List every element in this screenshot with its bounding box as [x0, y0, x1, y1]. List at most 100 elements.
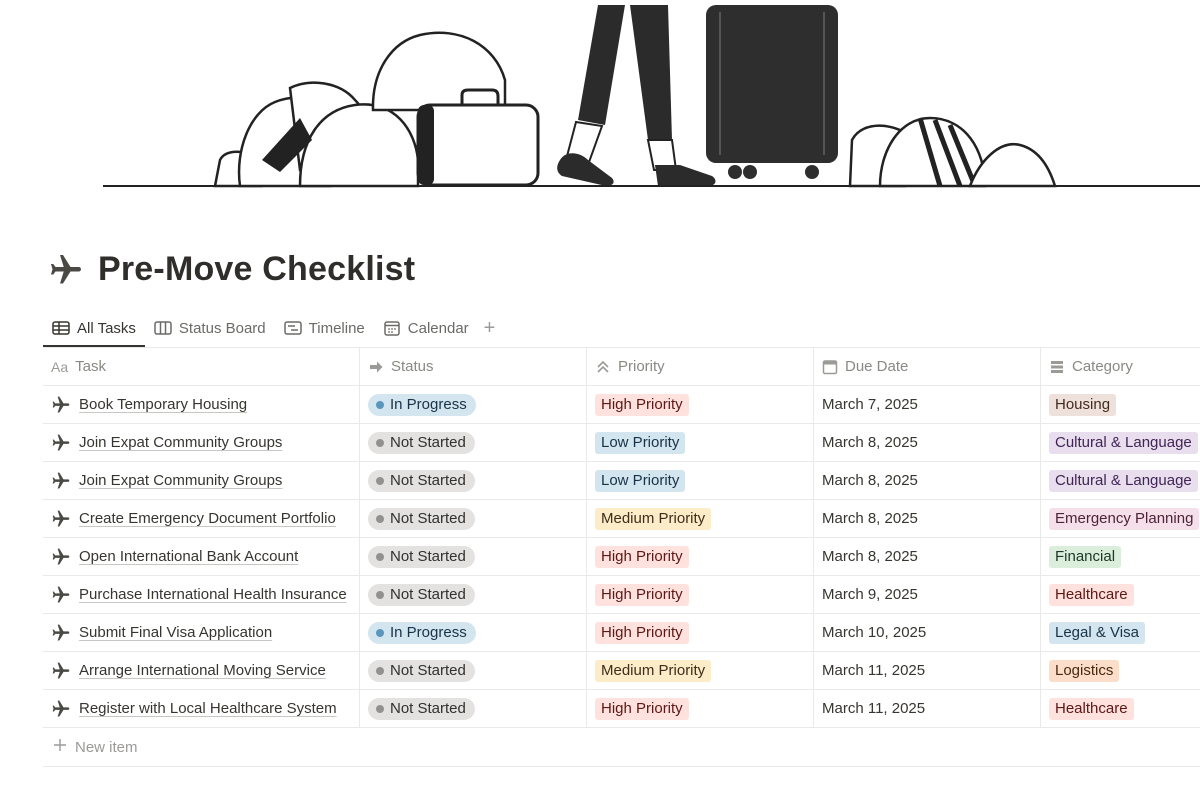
airplane-icon [51, 623, 71, 643]
task-cell[interactable]: Register with Local Healthcare System [43, 690, 360, 727]
plus-icon [53, 738, 67, 756]
category-cell[interactable]: Cultural & Language [1041, 424, 1200, 461]
priority-cell[interactable]: High Priority [587, 690, 814, 727]
status-cell[interactable]: In Progress [360, 614, 587, 651]
task-cell[interactable]: Join Expat Community Groups [43, 424, 360, 461]
table-row[interactable]: Open International Bank Account Not Start… [43, 538, 1200, 576]
task-name[interactable]: Register with Local Healthcare System [79, 700, 337, 717]
airplane-icon [51, 547, 71, 567]
due-date-cell[interactable]: March 11, 2025 [814, 652, 1041, 689]
task-name[interactable]: Purchase International Health Insurance [79, 586, 347, 603]
cover-image [0, 0, 1200, 200]
airplane-icon [51, 661, 71, 681]
table-row[interactable]: Register with Local Healthcare System Not… [43, 690, 1200, 728]
task-name[interactable]: Book Temporary Housing [79, 396, 247, 413]
category-cell[interactable]: Housing [1041, 386, 1200, 423]
priority-cell[interactable]: Low Priority [587, 424, 814, 461]
task-cell[interactable]: Open International Bank Account [43, 538, 360, 575]
category-cell[interactable]: Healthcare [1041, 576, 1200, 613]
due-date: March 11, 2025 [822, 700, 926, 717]
task-name[interactable]: Open International Bank Account [79, 548, 298, 565]
due-date-cell[interactable]: March 9, 2025 [814, 576, 1041, 613]
status-cell[interactable]: Not Started [360, 690, 587, 727]
task-cell[interactable]: Purchase International Health Insurance [43, 576, 360, 613]
priority-badge: Medium Priority [595, 507, 712, 530]
table-row[interactable]: Join Expat Community Groups Not Started Lo… [43, 462, 1200, 500]
category-cell[interactable]: Healthcare [1041, 690, 1200, 727]
due-date-cell[interactable]: March 8, 2025 [814, 500, 1041, 537]
due-date: March 11, 2025 [822, 662, 926, 679]
task-cell[interactable]: Create Emergency Document Portfolio [43, 500, 360, 537]
due-date-cell[interactable]: March 8, 2025 [814, 538, 1041, 575]
due-date-cell[interactable]: March 8, 2025 [814, 462, 1041, 499]
column-header-due-date[interactable]: Due Date [814, 348, 1041, 385]
task-name[interactable]: Arrange International Moving Service [79, 662, 326, 679]
due-date-cell[interactable]: March 7, 2025 [814, 386, 1041, 423]
airplane-icon [51, 585, 71, 605]
table-row[interactable]: Join Expat Community Groups Not Started Lo… [43, 424, 1200, 462]
status-cell[interactable]: Not Started [360, 500, 587, 537]
due-date-cell[interactable]: March 11, 2025 [814, 690, 1041, 727]
due-date-cell[interactable]: March 10, 2025 [814, 614, 1041, 651]
category-cell[interactable]: Logistics [1041, 652, 1200, 689]
tab-calendar[interactable]: Calendar [374, 309, 478, 347]
status-dot-icon [376, 514, 384, 523]
tab-all-tasks[interactable]: All Tasks [43, 309, 145, 347]
table-row[interactable]: Book Temporary Housing In Progress High Pr… [43, 386, 1200, 424]
status-arrow-icon [368, 359, 384, 375]
status-cell[interactable]: Not Started [360, 576, 587, 613]
table-row[interactable]: Submit Final Visa Application In Progress… [43, 614, 1200, 652]
page-header: Pre-Move Checklist [48, 250, 415, 289]
calendar-icon [822, 359, 838, 375]
task-name[interactable]: Create Emergency Document Portfolio [79, 510, 336, 527]
column-header-status[interactable]: Status [360, 348, 587, 385]
status-cell[interactable]: Not Started [360, 424, 587, 461]
priority-cell[interactable]: High Priority [587, 614, 814, 651]
task-name[interactable]: Join Expat Community Groups [79, 434, 282, 451]
status-dot-icon [376, 628, 384, 637]
new-item-button[interactable]: New item [43, 728, 1200, 767]
table-row[interactable]: Create Emergency Document Portfolio Not S… [43, 500, 1200, 538]
tasks-table: Aa Task Status Priority Due Date Categor… [43, 347, 1200, 767]
task-cell[interactable]: Submit Final Visa Application [43, 614, 360, 651]
category-badge: Healthcare [1049, 583, 1134, 606]
column-header-priority[interactable]: Priority [587, 348, 814, 385]
task-name[interactable]: Submit Final Visa Application [79, 624, 272, 641]
priority-cell[interactable]: Low Priority [587, 462, 814, 499]
category-cell[interactable]: Financial [1041, 538, 1200, 575]
due-date: March 8, 2025 [822, 510, 918, 527]
priority-cell[interactable]: High Priority [587, 576, 814, 613]
priority-badge: High Priority [595, 393, 689, 416]
task-cell[interactable]: Arrange International Moving Service [43, 652, 360, 689]
status-cell[interactable]: Not Started [360, 538, 587, 575]
table-row[interactable]: Purchase International Health Insurance N… [43, 576, 1200, 614]
column-header-category[interactable]: Category [1041, 348, 1200, 385]
tab-label: Timeline [308, 319, 365, 337]
task-name[interactable]: Join Expat Community Groups [79, 472, 282, 489]
task-cell[interactable]: Book Temporary Housing [43, 386, 360, 423]
status-cell[interactable]: Not Started [360, 462, 587, 499]
table-body: Book Temporary Housing In Progress High Pr… [43, 386, 1200, 728]
task-cell[interactable]: Join Expat Community Groups [43, 462, 360, 499]
add-view-button[interactable]: + [478, 309, 502, 347]
due-date-cell[interactable]: March 8, 2025 [814, 424, 1041, 461]
status-cell[interactable]: In Progress [360, 386, 587, 423]
priority-cell[interactable]: High Priority [587, 538, 814, 575]
priority-badge: Low Priority [595, 431, 686, 454]
status-badge: Not Started [368, 507, 475, 530]
category-badge: Emergency Planning [1049, 507, 1200, 530]
priority-cell[interactable]: High Priority [587, 386, 814, 423]
category-cell[interactable]: Emergency Planning [1041, 500, 1200, 537]
priority-cell[interactable]: Medium Priority [587, 652, 814, 689]
tab-timeline[interactable]: Timeline [275, 309, 374, 347]
priority-cell[interactable]: Medium Priority [587, 500, 814, 537]
status-cell[interactable]: Not Started [360, 652, 587, 689]
tab-status-board[interactable]: Status Board [145, 309, 275, 347]
status-dot-icon [376, 552, 384, 561]
category-cell[interactable]: Cultural & Language [1041, 462, 1200, 499]
column-header-task[interactable]: Aa Task [43, 348, 360, 385]
status-badge: Not Started [368, 545, 475, 568]
category-cell[interactable]: Legal & Visa [1041, 614, 1200, 651]
status-badge: Not Started [368, 659, 475, 682]
table-row[interactable]: Arrange International Moving Service Not … [43, 652, 1200, 690]
